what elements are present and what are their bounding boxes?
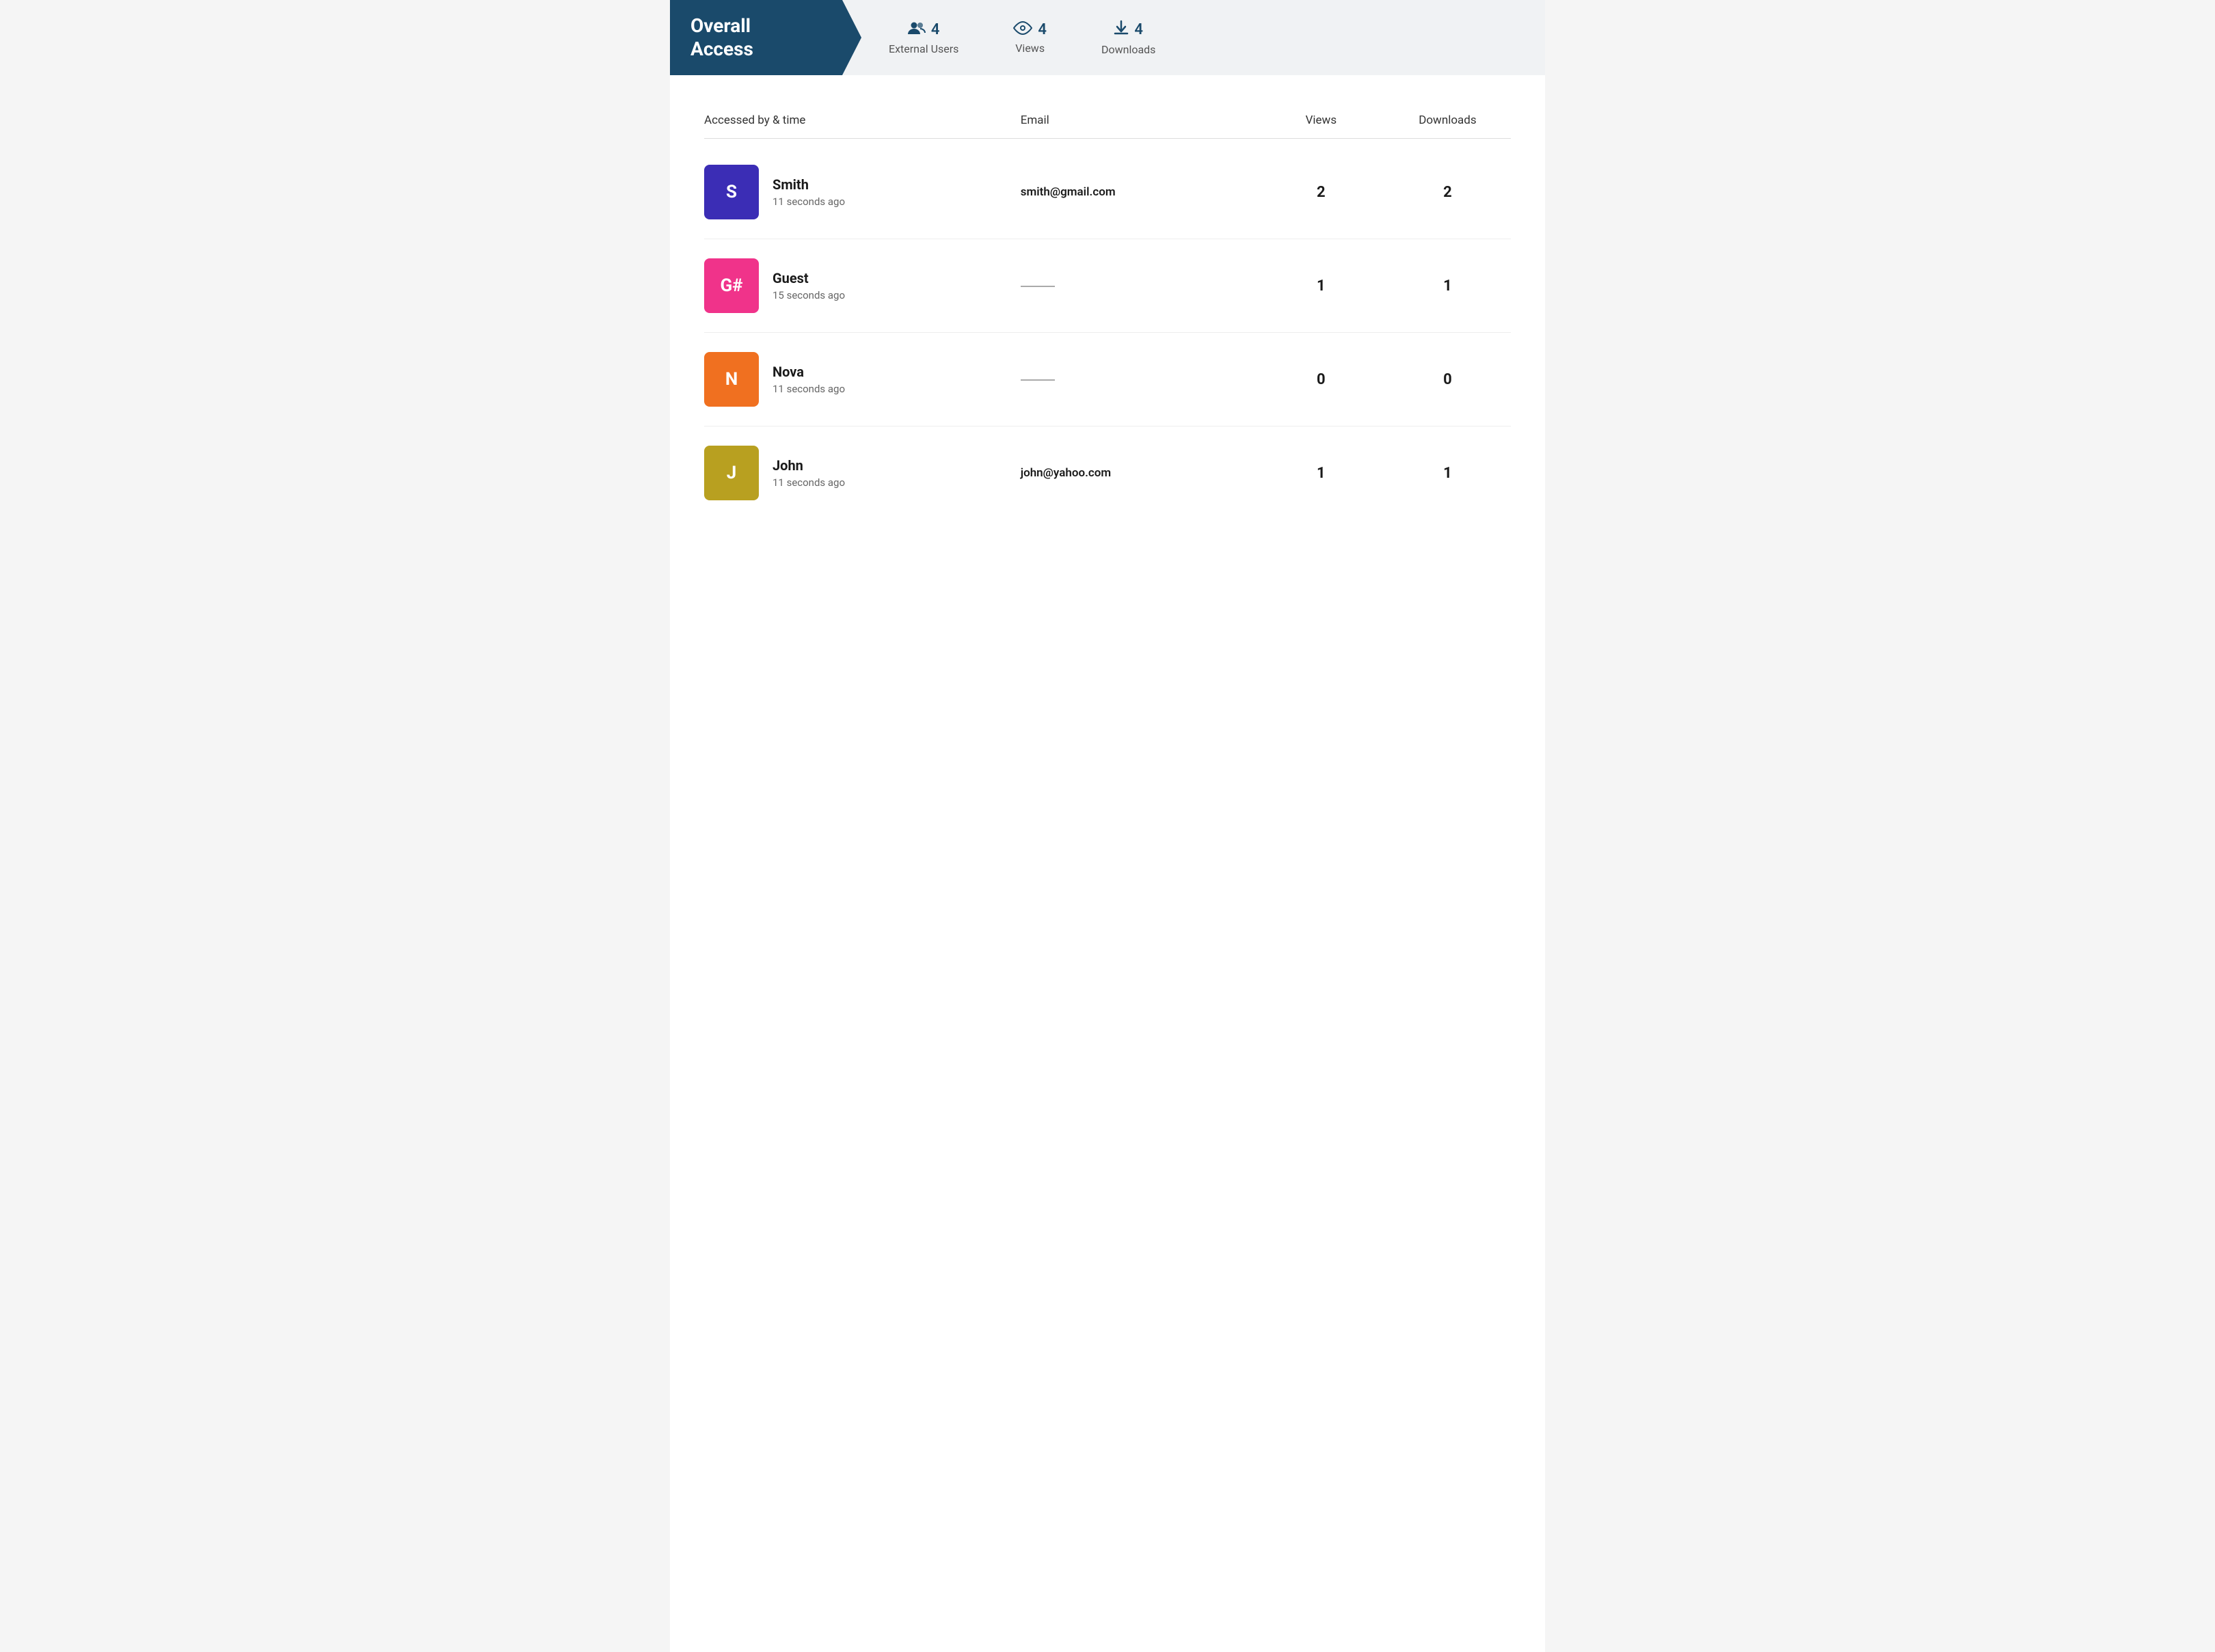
user-time-john: 11 seconds ago: [773, 476, 845, 489]
email-smith: smith@gmail.com: [1021, 185, 1258, 199]
email-dash-nova: [1021, 379, 1055, 381]
email-dash-guest: [1021, 286, 1055, 287]
avatar-guest: G#: [704, 258, 759, 313]
table-header: Accessed by & time Email Views Downloads: [704, 103, 1511, 139]
downloads-stat: 4 Downloads: [1101, 20, 1155, 56]
views-count: 4: [1038, 21, 1047, 38]
user-cell-nova: N Nova 11 seconds ago: [704, 352, 1021, 407]
views-stat: 4 Views: [1013, 21, 1047, 55]
downloads-nova: 0: [1384, 371, 1511, 388]
user-cell-smith: S Smith 11 seconds ago: [704, 165, 1021, 219]
downloads-smith: 2: [1384, 184, 1511, 201]
user-cell-guest: G# Guest 15 seconds ago: [704, 258, 1021, 313]
user-cell-john: J John 11 seconds ago: [704, 446, 1021, 500]
table-row: N Nova 11 seconds ago 0 0: [704, 333, 1511, 426]
external-users-label: External Users: [889, 42, 958, 55]
user-name-smith: Smith: [773, 176, 845, 193]
user-name-john: John: [773, 457, 845, 474]
user-name-guest: Guest: [773, 270, 845, 286]
download-icon: [1114, 20, 1129, 40]
col-header-email: Email: [1021, 113, 1258, 127]
views-smith: 2: [1258, 184, 1384, 201]
email-guest: [1021, 279, 1258, 293]
external-users-count: 4: [931, 21, 940, 38]
user-time-guest: 15 seconds ago: [773, 289, 845, 301]
avatar-nova: N: [704, 352, 759, 407]
views-nova: 0: [1258, 371, 1384, 388]
access-table-section: Accessed by & time Email Views Downloads…: [670, 75, 1545, 554]
avatar-smith: S: [704, 165, 759, 219]
user-time-smith: 11 seconds ago: [773, 195, 845, 208]
views-label: Views: [1015, 42, 1045, 55]
user-time-nova: 11 seconds ago: [773, 383, 845, 395]
email-john: john@yahoo.com: [1021, 466, 1258, 480]
downloads-label: Downloads: [1101, 43, 1155, 56]
page-container: Overall Access 4 Extern: [670, 0, 1545, 1652]
external-users-stat: 4 External Users: [889, 21, 958, 55]
table-row: J John 11 seconds ago john@yahoo.com 1 1: [704, 426, 1511, 519]
header-stats: 4 External Users 4 Views: [861, 0, 1545, 75]
col-header-views: Views: [1258, 113, 1384, 127]
col-header-downloads: Downloads: [1384, 113, 1511, 127]
page-title: Overall Access: [690, 14, 753, 60]
eye-icon: [1013, 21, 1032, 39]
downloads-john: 1: [1384, 465, 1511, 482]
overall-access-banner: Overall Access: [670, 0, 861, 75]
downloads-count: 4: [1134, 21, 1143, 38]
col-header-accessed: Accessed by & time: [704, 113, 1021, 127]
avatar-john: J: [704, 446, 759, 500]
user-name-nova: Nova: [773, 364, 845, 380]
views-guest: 1: [1258, 277, 1384, 295]
email-nova: [1021, 373, 1258, 386]
views-john: 1: [1258, 465, 1384, 482]
users-icon: [908, 21, 926, 40]
table-row: S Smith 11 seconds ago smith@gmail.com 2…: [704, 146, 1511, 239]
table-row: G# Guest 15 seconds ago 1 1: [704, 239, 1511, 333]
header: Overall Access 4 Extern: [670, 0, 1545, 75]
downloads-guest: 1: [1384, 277, 1511, 295]
